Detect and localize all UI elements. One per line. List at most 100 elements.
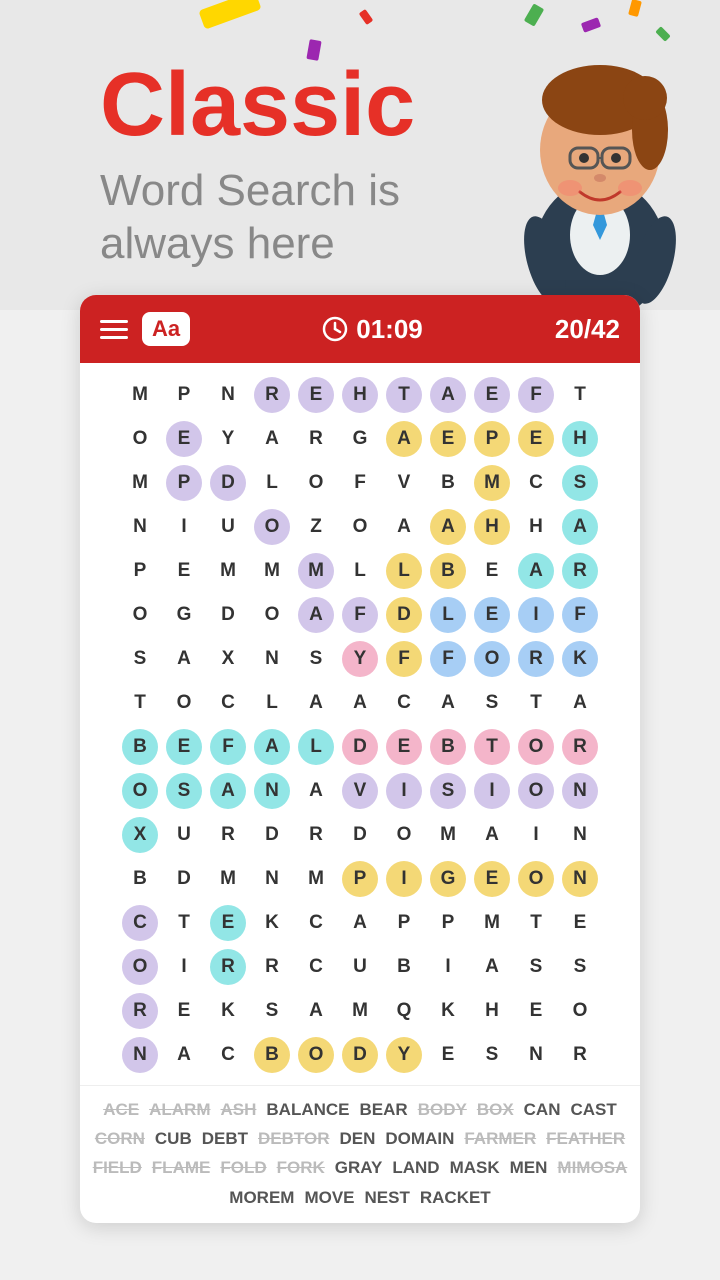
grid-cell[interactable]: L xyxy=(382,549,426,593)
grid-cell[interactable]: O xyxy=(514,857,558,901)
grid-cell[interactable]: M xyxy=(294,549,338,593)
grid-cell[interactable]: A xyxy=(558,681,602,725)
grid-cell[interactable]: I xyxy=(470,769,514,813)
grid-cell[interactable]: E xyxy=(470,549,514,593)
grid-cell[interactable]: B xyxy=(426,549,470,593)
grid-cell[interactable]: C xyxy=(206,1033,250,1077)
grid-cell[interactable]: T xyxy=(558,373,602,417)
grid-cell[interactable]: A xyxy=(470,813,514,857)
grid-cell[interactable]: H xyxy=(470,989,514,1033)
grid-cell[interactable]: I xyxy=(382,857,426,901)
grid-cell[interactable]: O xyxy=(514,725,558,769)
grid-cell[interactable]: I xyxy=(162,945,206,989)
grid-cell[interactable]: A xyxy=(294,769,338,813)
grid-cell[interactable]: I xyxy=(162,505,206,549)
grid-cell[interactable]: N xyxy=(206,373,250,417)
grid-cell[interactable]: A xyxy=(250,725,294,769)
grid-cell[interactable]: A xyxy=(382,505,426,549)
grid-cell[interactable]: P xyxy=(162,461,206,505)
grid-cell[interactable]: F xyxy=(558,593,602,637)
grid-cell[interactable]: R xyxy=(206,945,250,989)
grid-cell[interactable]: D xyxy=(162,857,206,901)
grid-cell[interactable]: R xyxy=(558,1033,602,1077)
grid-cell[interactable]: N xyxy=(250,769,294,813)
grid-cell[interactable]: R xyxy=(294,813,338,857)
grid-cell[interactable]: Y xyxy=(206,417,250,461)
grid-cell[interactable]: O xyxy=(250,505,294,549)
grid-cell[interactable]: A xyxy=(426,373,470,417)
grid-cell[interactable]: O xyxy=(470,637,514,681)
grid-cell[interactable]: O xyxy=(338,505,382,549)
grid-cell[interactable]: R xyxy=(250,373,294,417)
grid-cell[interactable]: K xyxy=(426,989,470,1033)
grid-cell[interactable]: L xyxy=(294,725,338,769)
grid-cell[interactable]: H xyxy=(558,417,602,461)
grid-cell[interactable]: M xyxy=(118,461,162,505)
grid-cell[interactable]: T xyxy=(514,681,558,725)
grid-cell[interactable]: S xyxy=(558,461,602,505)
grid-cell[interactable]: S xyxy=(426,769,470,813)
grid-cell[interactable]: O xyxy=(382,813,426,857)
grid-cell[interactable]: E xyxy=(470,593,514,637)
grid-cell[interactable]: G xyxy=(426,857,470,901)
grid-cell[interactable]: O xyxy=(118,417,162,461)
grid-cell[interactable]: R xyxy=(558,725,602,769)
grid-cell[interactable]: F xyxy=(338,593,382,637)
grid-cell[interactable]: C xyxy=(206,681,250,725)
grid-cell[interactable]: E xyxy=(206,901,250,945)
grid-cell[interactable]: N xyxy=(514,1033,558,1077)
grid-cell[interactable]: M xyxy=(338,989,382,1033)
grid-cell[interactable]: P xyxy=(338,857,382,901)
grid-cell[interactable]: A xyxy=(426,505,470,549)
grid-cell[interactable]: O xyxy=(514,769,558,813)
grid-cell[interactable]: T xyxy=(382,373,426,417)
grid-cell[interactable]: O xyxy=(118,945,162,989)
grid-cell[interactable]: K xyxy=(206,989,250,1033)
grid-cell[interactable]: G xyxy=(162,593,206,637)
grid-cell[interactable]: H xyxy=(514,505,558,549)
grid-cell[interactable]: N xyxy=(118,1033,162,1077)
grid-cell[interactable]: I xyxy=(382,769,426,813)
grid-cell[interactable]: L xyxy=(250,681,294,725)
grid-cell[interactable]: A xyxy=(162,637,206,681)
grid-cell[interactable]: F xyxy=(514,373,558,417)
grid-cell[interactable]: R xyxy=(558,549,602,593)
grid-cell[interactable]: T xyxy=(470,725,514,769)
grid-cell[interactable]: M xyxy=(206,549,250,593)
grid-cell[interactable]: N xyxy=(250,857,294,901)
grid-cell[interactable]: E xyxy=(514,989,558,1033)
grid-cell[interactable]: T xyxy=(162,901,206,945)
grid-cell[interactable]: V xyxy=(382,461,426,505)
grid-cell[interactable]: G xyxy=(338,417,382,461)
grid-cell[interactable]: N xyxy=(558,769,602,813)
grid-cell[interactable]: S xyxy=(162,769,206,813)
grid-cell[interactable]: C xyxy=(294,945,338,989)
grid-cell[interactable]: T xyxy=(118,681,162,725)
grid-cell[interactable]: D xyxy=(338,813,382,857)
grid-cell[interactable]: A xyxy=(294,593,338,637)
grid-cell[interactable]: A xyxy=(514,549,558,593)
grid-cell[interactable]: C xyxy=(294,901,338,945)
grid-cell[interactable]: L xyxy=(250,461,294,505)
grid-cell[interactable]: O xyxy=(118,593,162,637)
grid-cell[interactable]: A xyxy=(338,681,382,725)
grid-cell[interactable]: Q xyxy=(382,989,426,1033)
grid-cell[interactable]: A xyxy=(162,1033,206,1077)
grid-cell[interactable]: D xyxy=(382,593,426,637)
grid-cell[interactable]: S xyxy=(294,637,338,681)
grid-cell[interactable]: H xyxy=(338,373,382,417)
grid-cell[interactable]: P xyxy=(382,901,426,945)
grid-cell[interactable]: C xyxy=(514,461,558,505)
grid-cell[interactable]: Z xyxy=(294,505,338,549)
grid-cell[interactable]: O xyxy=(250,593,294,637)
grid-cell[interactable]: X xyxy=(206,637,250,681)
grid-cell[interactable]: D xyxy=(206,593,250,637)
grid-cell[interactable]: M xyxy=(294,857,338,901)
grid-cell[interactable]: L xyxy=(426,593,470,637)
grid-cell[interactable]: E xyxy=(514,417,558,461)
grid-cell[interactable]: E xyxy=(162,549,206,593)
grid-cell[interactable]: E xyxy=(558,901,602,945)
grid-cell[interactable]: E xyxy=(162,989,206,1033)
grid-cell[interactable]: A xyxy=(426,681,470,725)
grid-cell[interactable]: I xyxy=(514,813,558,857)
